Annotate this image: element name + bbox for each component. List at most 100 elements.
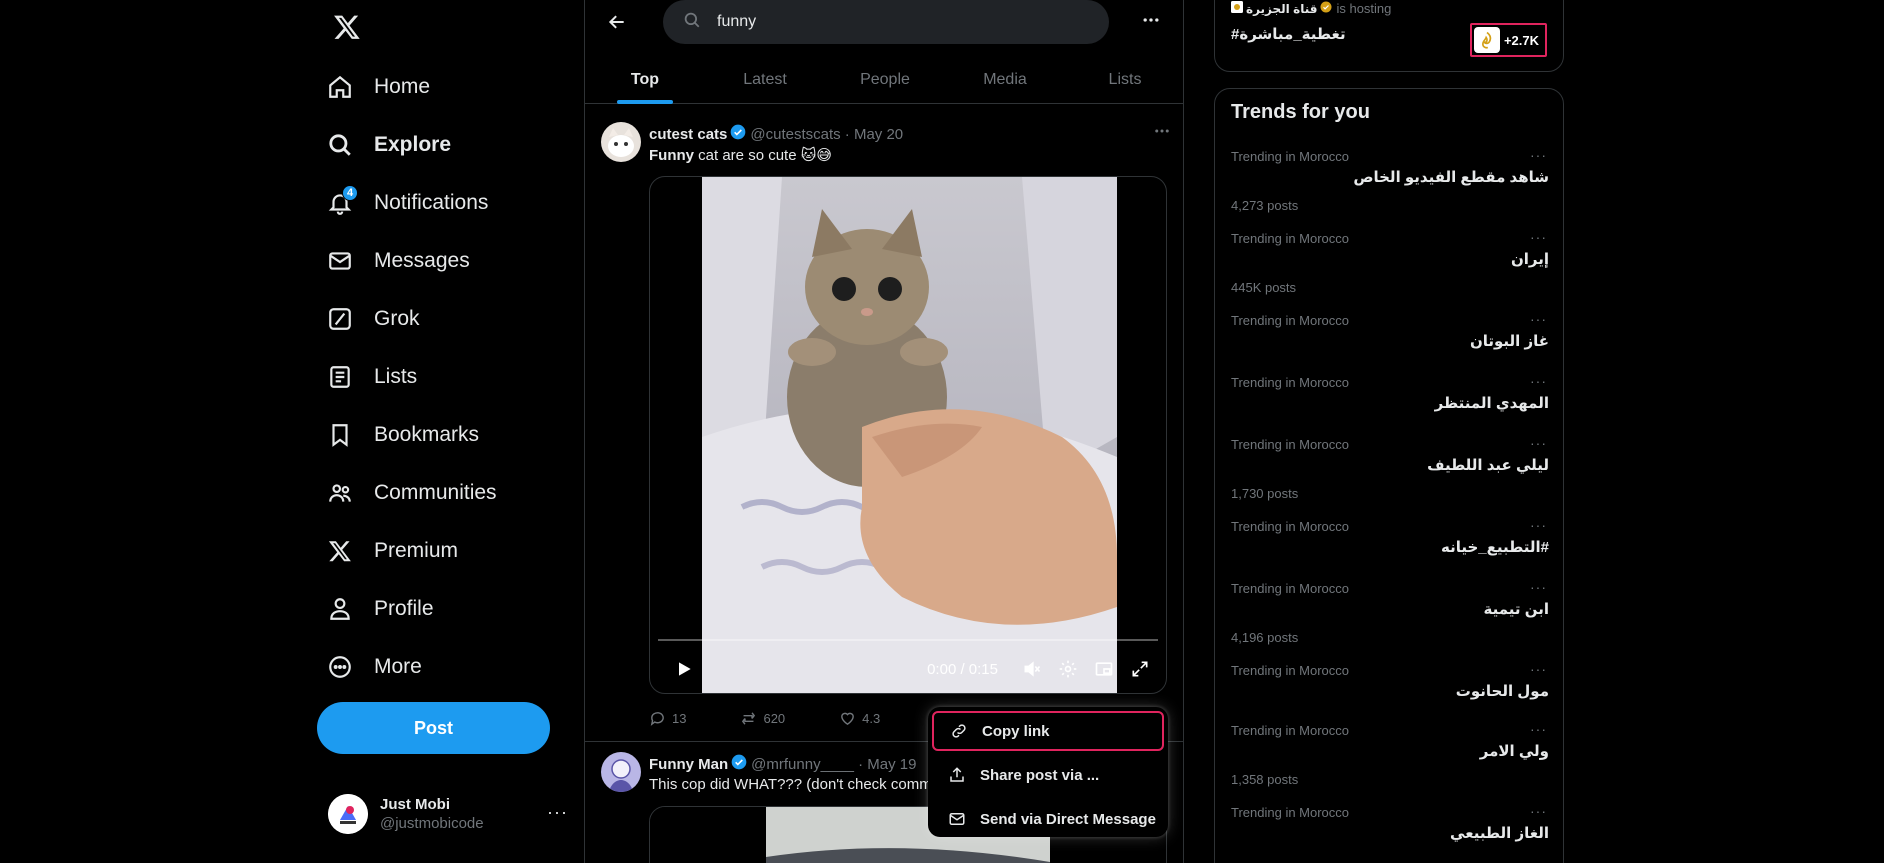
app-window: Home Explore 4 Notifications Messages Gr… [0, 0, 1884, 863]
nav-label: Notifications [374, 191, 489, 214]
nav-label: More [374, 655, 422, 678]
nav-premium[interactable]: Premium [326, 522, 497, 580]
tab-top[interactable]: Top [585, 56, 705, 104]
tab-lists[interactable]: Lists [1065, 56, 1183, 104]
tweet-header: cutest cats @cutestscats · May 20 [649, 124, 903, 144]
tweet-handle-date[interactable]: @cutestscats · May 20 [750, 126, 903, 143]
nav-lists[interactable]: Lists [326, 348, 497, 406]
more-icon[interactable]: ··· [1530, 147, 1547, 163]
more-icon[interactable]: ··· [1530, 803, 1547, 819]
send-dm-menu-item[interactable]: Send via Direct Message [932, 799, 1164, 839]
reply-button[interactable]: 13 [649, 710, 686, 727]
more-icon[interactable]: ··· [1530, 517, 1547, 533]
trend-item[interactable]: Trending in Morocco ··· إيران 445K posts [1231, 229, 1549, 295]
trend-context: Trending in Morocco [1231, 313, 1350, 328]
mute-icon[interactable] [1018, 655, 1046, 683]
avatar[interactable] [601, 122, 641, 162]
trend-item[interactable]: Trending in Morocco ··· ليلي عبد اللطيف … [1231, 435, 1549, 501]
nav-notifications[interactable]: 4 Notifications [326, 174, 497, 232]
share-post-menu-item[interactable]: Share post via ... [932, 755, 1164, 795]
trend-context: Trending in Morocco [1231, 231, 1350, 246]
more-icon[interactable]: ··· [1530, 229, 1547, 245]
more-circle-icon [326, 653, 354, 681]
nav-label: Lists [374, 365, 418, 388]
trend-item[interactable]: Trending in Morocco ··· المهدي المنتظر [1231, 373, 1549, 412]
trend-name: ليلي عبد اللطيف [1427, 457, 1549, 474]
more-icon[interactable] [1141, 10, 1161, 36]
nav-profile[interactable]: Profile [326, 580, 497, 638]
nav-explore[interactable]: Explore [326, 116, 497, 174]
tweet[interactable]: cutest cats @cutestscats · May 20 Funny … [585, 110, 1183, 742]
more-icon[interactable]: ··· [1530, 721, 1547, 737]
menu-item-label: Send via Direct Message [980, 810, 1156, 828]
more-icon[interactable]: ··· [1530, 311, 1547, 327]
nav-grok[interactable]: Grok [326, 290, 497, 348]
nav-communities[interactable]: Communities [326, 464, 497, 522]
video-progress-bar[interactable] [658, 639, 1158, 641]
nav-label: Premium [374, 539, 459, 562]
trend-count: 4,196 posts [1231, 630, 1299, 645]
gear-icon[interactable] [1054, 655, 1082, 683]
video-player[interactable]: 0:00 / 0:15 [649, 176, 1167, 694]
more-icon[interactable]: ··· [1530, 435, 1547, 451]
tab-latest[interactable]: Latest [705, 56, 825, 104]
live-title: #تغطية_مباشرة [1231, 26, 1346, 43]
tweet-handle-date[interactable]: @mrfunny____ · May 19 [751, 756, 916, 773]
trend-item[interactable]: Trending in Morocco ··· غاز البوتان [1231, 311, 1549, 350]
trend-item[interactable]: Trending in Morocco ··· مول الحانوت [1231, 661, 1549, 700]
trend-name: ابن تيمية [1483, 601, 1549, 618]
trend-item[interactable]: Trending in Morocco ··· ابن تيمية 4,196 … [1231, 579, 1549, 645]
more-icon[interactable]: ··· [547, 802, 568, 823]
grok-icon [326, 305, 354, 333]
video-controls: 0:00 / 0:15 [650, 645, 1166, 693]
copy-link-menu-item[interactable]: Copy link [932, 711, 1164, 751]
trend-item[interactable]: Trending in Morocco ··· الغاز الطبيعي [1231, 803, 1549, 842]
nav-label: Messages [374, 249, 470, 272]
back-arrow-icon[interactable] [599, 10, 635, 34]
repost-button[interactable]: 620 [740, 710, 785, 727]
nav-bookmarks[interactable]: Bookmarks [326, 406, 497, 464]
trend-context: Trending in Morocco [1231, 149, 1350, 164]
search-input[interactable] [717, 13, 1057, 31]
nav-more[interactable]: More [326, 638, 497, 696]
x-logo-icon[interactable] [326, 6, 368, 48]
account-handle: @justmobicode [380, 815, 484, 832]
listeners-label: +2.7K [1503, 32, 1539, 48]
nav-home[interactable]: Home [326, 58, 497, 116]
like-button[interactable]: 4.3 [839, 710, 880, 727]
more-icon[interactable]: ··· [1530, 373, 1547, 389]
tweet-text: This cop did WHAT??? (don't check comm [649, 776, 932, 793]
account-switcher[interactable]: Just Mobi @justmobicode ··· [328, 794, 568, 834]
post-button[interactable]: Post [317, 702, 550, 754]
listeners-count[interactable]: +2.7K [1469, 23, 1547, 57]
tweet-author-name[interactable]: Funny Man [649, 756, 728, 773]
more-icon[interactable]: ··· [1530, 579, 1547, 595]
nav-label: Grok [374, 307, 420, 330]
nav-messages[interactable]: Messages [326, 232, 497, 290]
trend-context: Trending in Morocco [1231, 581, 1350, 596]
trend-item[interactable]: Trending in Morocco ··· شاهد مقطع الفيدي… [1231, 147, 1549, 213]
nav-label: Profile [374, 597, 434, 620]
tab-media[interactable]: Media [945, 56, 1065, 104]
verified-badge-icon [730, 124, 746, 144]
live-space-card[interactable]: قناة الجزيرة is hosting #تغطية_مباشرة +2… [1214, 0, 1564, 72]
more-icon[interactable]: ··· [1530, 661, 1547, 677]
reply-icon [650, 712, 664, 726]
trend-item[interactable]: Trending in Morocco ··· #التطبيع_خيانه [1231, 517, 1549, 556]
host-name: قناة الجزيرة [1246, 1, 1318, 16]
search-icon [683, 11, 701, 34]
tab-people[interactable]: People [825, 56, 945, 104]
trend-count: 4,273 posts [1231, 198, 1299, 213]
envelope-icon [326, 247, 354, 275]
more-icon[interactable] [1153, 122, 1171, 145]
menu-item-label: Share post via ... [980, 766, 1100, 784]
pip-icon[interactable] [1090, 655, 1118, 683]
share-icon [950, 767, 964, 782]
trend-context: Trending in Morocco [1231, 437, 1350, 452]
avatar[interactable] [601, 752, 641, 792]
play-icon[interactable] [670, 655, 698, 683]
trend-item[interactable]: Trending in Morocco ··· ولي الامر 1,358 … [1231, 721, 1549, 787]
tweet-author-name[interactable]: cutest cats [649, 126, 727, 143]
fullscreen-icon[interactable] [1126, 655, 1154, 683]
search-box[interactable] [663, 0, 1109, 44]
